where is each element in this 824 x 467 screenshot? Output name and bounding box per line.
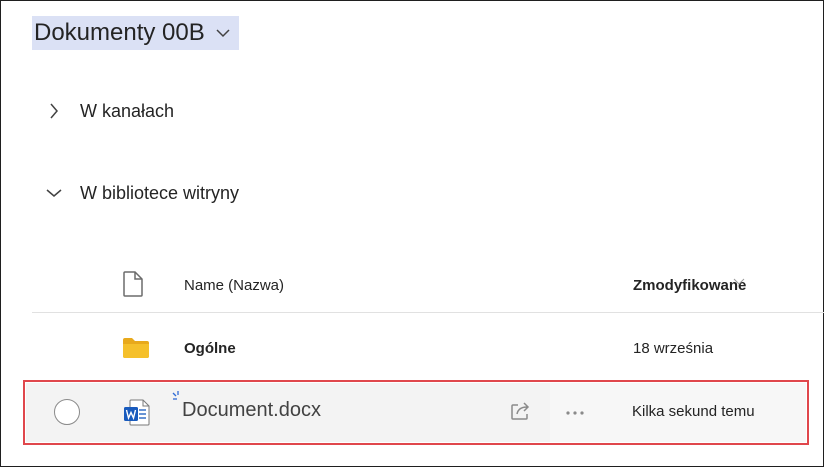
- column-name-header[interactable]: Name (Nazwa): [184, 277, 284, 294]
- column-header-row: Name (Nazwa) Zmodyfikowane: [32, 263, 824, 313]
- library-title: Dokumenty 00B: [32, 16, 207, 50]
- library-title-button[interactable]: Dokumenty 00B: [32, 15, 239, 51]
- section-in-site-library[interactable]: W bibliotece witryny: [44, 178, 239, 208]
- chevron-down-icon[interactable]: [206, 16, 239, 50]
- section-in-channels[interactable]: W kanałach: [44, 96, 174, 126]
- list-item[interactable]: Ogólne 18 września: [32, 314, 824, 380]
- section-label: W kanałach: [80, 100, 175, 121]
- chevron-right-icon[interactable]: [44, 101, 64, 121]
- column-modified-header[interactable]: Zmodyfikowane: [633, 277, 746, 294]
- file-icon[interactable]: [122, 271, 144, 302]
- chevron-down-icon[interactable]: [44, 183, 64, 203]
- sort-indicator-icon: [732, 273, 746, 291]
- item-name-link[interactable]: Ogólne: [184, 340, 236, 357]
- highlight-annotation-box: [23, 380, 809, 445]
- item-modified: 18 września: [633, 340, 714, 357]
- section-label: W bibliotece witryny: [80, 182, 240, 203]
- folder-icon: [122, 337, 150, 364]
